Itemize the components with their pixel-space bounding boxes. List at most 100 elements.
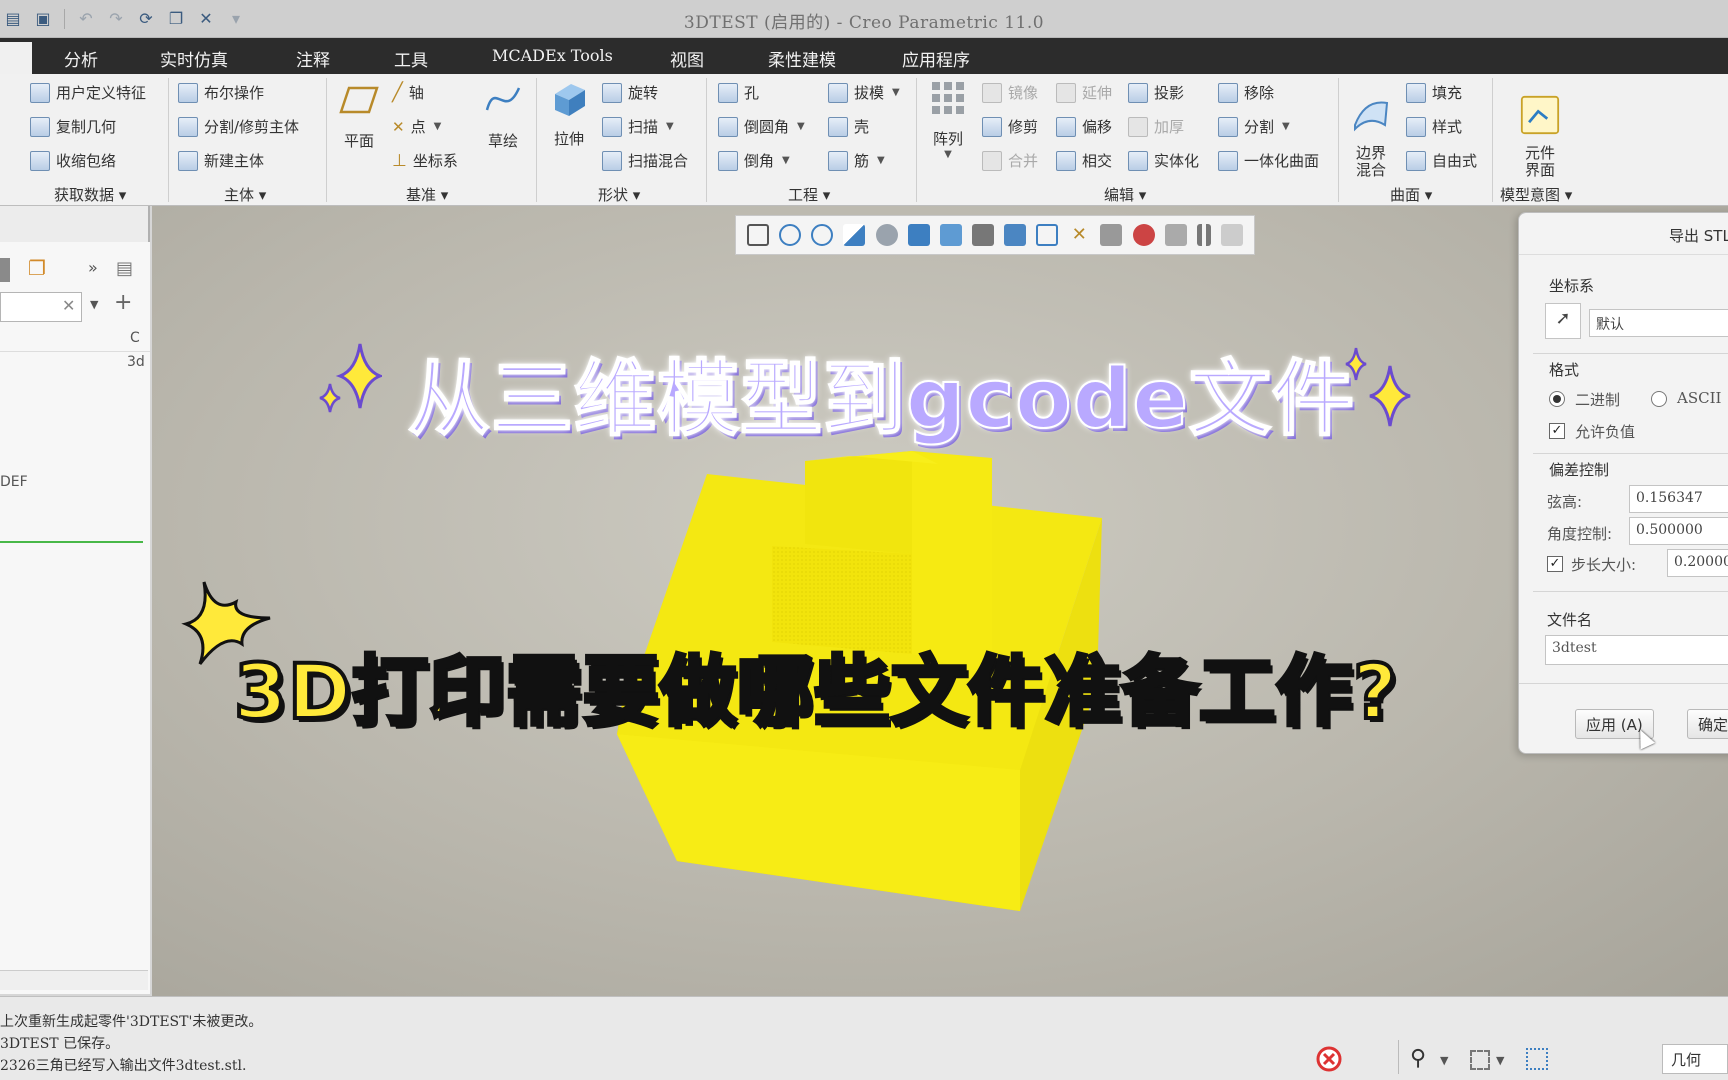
project-button[interactable]: 投影	[1128, 82, 1184, 103]
ok-button[interactable]: 确定	[1687, 709, 1728, 739]
boundary-blend-button[interactable]: 边界 混合	[1346, 78, 1396, 179]
group-label-shapes[interactable]: 形状 ▾	[598, 184, 640, 205]
hole-button[interactable]: 孔	[718, 82, 759, 103]
group-label-datum[interactable]: 基准 ▾	[406, 184, 448, 205]
csys-field[interactable]: 默认	[1589, 309, 1728, 337]
tab-view[interactable]: 视图	[670, 46, 704, 71]
copy-geometry-button[interactable]: 复制几何	[30, 116, 116, 137]
repaint-icon[interactable]	[843, 224, 866, 246]
view-manager-icon[interactable]	[971, 224, 994, 246]
group-label-get-data[interactable]: 获取数据 ▾	[54, 184, 126, 205]
angle-control-input[interactable]: 0.500000	[1629, 517, 1728, 545]
group-label-model-intent[interactable]: 模型意图 ▾	[1500, 184, 1572, 205]
unify-surface-button[interactable]: 一体化曲面	[1218, 150, 1319, 171]
step-size-input[interactable]: 0.20000	[1667, 549, 1728, 577]
saved-orientations-icon[interactable]	[939, 224, 962, 246]
freestyle-button[interactable]: 自由式	[1406, 150, 1477, 171]
stop-icon[interactable]	[1316, 1046, 1342, 1072]
solidify-button[interactable]: 实体化	[1128, 150, 1199, 171]
intersect-button[interactable]: 相交	[1056, 150, 1112, 171]
boolean-button[interactable]: 布尔操作	[178, 82, 264, 103]
spin-center-icon[interactable]	[1132, 224, 1155, 246]
split-trim-body-button[interactable]: 分割/修剪主体	[178, 116, 299, 137]
swept-blend-button[interactable]: 扫描混合	[602, 150, 688, 171]
selection-dropdown-icon[interactable]: ▼	[1496, 1054, 1522, 1080]
shrinkwrap-button[interactable]: 收缩包络	[30, 150, 116, 171]
allow-negative-checkbox[interactable]: ✓	[1549, 423, 1565, 439]
selection-filter-select[interactable]: 几何	[1662, 1044, 1728, 1074]
display-settings-icon[interactable]	[1220, 224, 1243, 246]
tab-model[interactable]	[0, 42, 32, 74]
folder-browser-icon[interactable]: ❐	[28, 256, 46, 280]
clear-search-icon[interactable]: ✕	[62, 296, 75, 315]
tab-tools[interactable]: 工具	[394, 46, 428, 71]
draft-button[interactable]: 拔模 ▼	[828, 82, 900, 103]
group-label-surfaces[interactable]: 曲面 ▾	[1390, 184, 1432, 205]
mirror-button[interactable]: 镜像	[982, 82, 1038, 103]
style-button[interactable]: 样式	[1406, 116, 1462, 137]
tab-mcadex-tools[interactable]: MCADEx Tools	[492, 46, 613, 65]
more-tabs-icon[interactable]: »	[88, 258, 98, 277]
perspective-icon[interactable]	[1004, 224, 1027, 246]
csys-button[interactable]: ⊥ 坐标系	[392, 150, 458, 171]
fill-button[interactable]: 填充	[1406, 82, 1462, 103]
component-interface-button[interactable]: 元件 界面	[1510, 78, 1570, 179]
datum-display-icon[interactable]: ✕	[1068, 224, 1090, 246]
merge-button[interactable]: 合并	[982, 150, 1038, 171]
annotation-display-icon[interactable]	[1100, 224, 1123, 246]
split-button[interactable]: 分割 ▼	[1218, 116, 1290, 137]
binary-radio[interactable]	[1549, 391, 1565, 407]
thicken-button[interactable]: 加厚	[1128, 116, 1184, 137]
group-label-engineering[interactable]: 工程 ▾	[788, 184, 830, 205]
simulation-icon[interactable]	[1164, 224, 1187, 246]
shell-button[interactable]: 壳	[828, 116, 869, 137]
filename-input[interactable]: 3dtest	[1545, 635, 1728, 665]
tab-applications[interactable]: 应用程序	[902, 46, 970, 71]
group-label-body[interactable]: 主体 ▾	[224, 184, 266, 205]
tab-analysis[interactable]: 分析	[64, 46, 98, 71]
step-size-checkbox[interactable]: ✓	[1547, 556, 1563, 572]
offset-button[interactable]: 偏移	[1056, 116, 1112, 137]
ascii-radio[interactable]	[1651, 391, 1667, 407]
axis-button[interactable]: ╱ 轴	[392, 82, 424, 103]
chamfer-button[interactable]: 倒角 ▼	[718, 150, 790, 171]
select-pointer-icon[interactable]: ➚	[1545, 303, 1581, 339]
settings-icon[interactable]: ▤	[116, 258, 133, 279]
zoom-out-icon[interactable]	[811, 224, 834, 246]
pause-icon[interactable]	[1196, 224, 1211, 246]
search-dropdown-icon[interactable]: ▼	[90, 298, 98, 311]
find-icon[interactable]: ⚲	[1410, 1046, 1436, 1072]
zoom-in-icon[interactable]	[779, 224, 802, 246]
point-button[interactable]: ✕ 点 ▼	[392, 116, 441, 137]
tab-annotate[interactable]: 注释	[296, 46, 330, 71]
udf-button[interactable]: 用户定义特征	[30, 82, 146, 103]
display-style-icon[interactable]	[907, 224, 930, 246]
rib-button[interactable]: 筋 ▼	[828, 150, 885, 171]
section-icon[interactable]	[1036, 224, 1059, 246]
sketch-button[interactable]: 草绘	[480, 80, 526, 151]
model-tree-tab-icon[interactable]	[0, 258, 10, 282]
selection-box-icon[interactable]	[1470, 1050, 1490, 1070]
new-body-button[interactable]: 新建主体	[178, 150, 264, 171]
remove-button[interactable]: 移除	[1218, 82, 1274, 103]
chord-height-input[interactable]: 0.156347	[1629, 485, 1728, 513]
round-button[interactable]: 倒圆角 ▼	[718, 116, 805, 137]
trim-button[interactable]: 修剪	[982, 116, 1038, 137]
horizontal-scrollbar[interactable]	[0, 970, 148, 990]
model-tree-item[interactable]: 3d	[127, 354, 145, 370]
extend-button[interactable]: 延伸	[1056, 82, 1112, 103]
smart-select-icon[interactable]	[1526, 1048, 1548, 1070]
revolve-button[interactable]: 旋转	[602, 82, 658, 103]
pattern-button[interactable]: 阵列 ▼	[926, 78, 970, 160]
plane-button[interactable]: 平面	[336, 80, 382, 151]
extrude-button[interactable]: 拉伸	[546, 78, 592, 149]
refit-icon[interactable]	[747, 224, 770, 246]
tab-live-simulation[interactable]: 实时仿真	[160, 46, 228, 71]
sweep-button[interactable]: 扫描 ▼	[602, 116, 674, 137]
group-label-editing[interactable]: 编辑 ▾	[1104, 184, 1146, 205]
model-tree-item[interactable]: DEF	[0, 474, 28, 490]
appearance-icon[interactable]	[875, 224, 898, 246]
find-dropdown-icon[interactable]: ▼	[1440, 1054, 1466, 1080]
tab-flexible-modeling[interactable]: 柔性建模	[768, 46, 836, 71]
add-icon[interactable]: +	[114, 290, 132, 315]
